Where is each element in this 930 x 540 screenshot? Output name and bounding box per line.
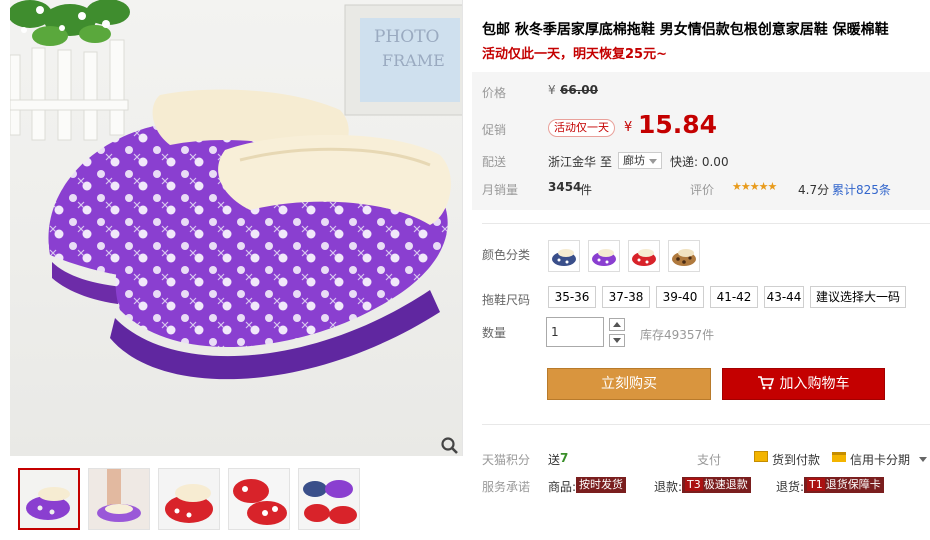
size-option-39-40[interactable]: 39-40 (656, 286, 704, 308)
return-guarantee-label: 退货保障卡 (825, 478, 881, 491)
thumbnail-2[interactable] (88, 468, 150, 530)
credit-card-icon (832, 452, 846, 462)
promo-tag: 活动仅一天 (548, 119, 615, 137)
size-option-41-42[interactable]: 41-42 (710, 286, 758, 308)
chevron-down-icon (613, 338, 621, 343)
original-price: 66.00 (560, 83, 598, 97)
color-option-red[interactable] (628, 240, 660, 272)
buy-now-button[interactable]: 立刻购买 (547, 368, 711, 400)
sales-unit: 件 (580, 183, 593, 197)
destination-value: 廊坊 (623, 154, 645, 167)
chevron-down-icon (649, 159, 657, 164)
shipping-fee: 快递: 0.00 (670, 155, 729, 169)
slipper-photo: PHOTO FRAME (10, 0, 462, 380)
fast-refund-badge: T3 极速退款 (682, 477, 751, 493)
thumbnail-3[interactable] (158, 468, 220, 530)
color-label: 颜色分类 (482, 248, 531, 262)
quantity-label: 数量 (482, 326, 507, 340)
rating-score: 4.7分 (798, 183, 830, 197)
size-option-size-up[interactable]: 建议选择大一码 (810, 286, 906, 308)
rating-label: 评价 (690, 183, 715, 197)
product-subtitle: 活动仅此一天，明天恢复25元~ (482, 47, 667, 62)
thumbnail-strip (10, 466, 463, 540)
service-refund-label: 退款: (654, 480, 683, 494)
quantity-input[interactable]: 1 (546, 317, 604, 347)
cod-label: 货到付款 (772, 453, 821, 467)
cart-icon (757, 376, 774, 390)
return-tier: T1 (807, 478, 825, 491)
destination-select[interactable]: 廊坊 (618, 152, 662, 169)
on-time-shipping-badge: 按时发货 (576, 477, 626, 493)
chevron-up-icon (613, 322, 621, 327)
divider (482, 223, 930, 224)
promo-price: 15.84 (638, 110, 718, 139)
rating-stars: ★★★★★ (732, 180, 777, 193)
thumbnail-4[interactable] (228, 468, 290, 530)
color-option-leopard[interactable] (668, 240, 700, 272)
divider (482, 424, 930, 425)
sales-label: 月销量 (482, 183, 519, 197)
price-currency: ¥ (548, 83, 556, 97)
size-option-37-38[interactable]: 37-38 (602, 286, 650, 308)
size-option-35-36[interactable]: 35-36 (548, 286, 596, 308)
quantity-increase-button[interactable] (609, 318, 625, 331)
service-goods-label: 商品: (548, 480, 577, 494)
rating-total-link[interactable]: 累计825条 (832, 181, 891, 198)
color-option-navy[interactable] (548, 240, 580, 272)
cod-icon (754, 451, 768, 462)
frame-text-1: PHOTO (374, 27, 439, 47)
promo-currency: ¥ (624, 120, 633, 135)
add-to-cart-label: 加入购物车 (779, 376, 850, 392)
shipping-label: 配送 (482, 155, 507, 169)
payment-label: 支付 (697, 453, 722, 467)
installment-label[interactable]: 信用卡分期 (850, 451, 910, 468)
quantity-decrease-button[interactable] (609, 334, 625, 347)
shipping-to-word: 至 (600, 155, 613, 169)
color-option-purple[interactable] (588, 240, 620, 272)
size-option-43-44[interactable]: 43-44 (764, 286, 804, 308)
thumbnail-1[interactable] (18, 468, 80, 530)
main-product-image[interactable]: PHOTO FRAME (10, 0, 463, 456)
sales-count: 3454 (548, 180, 582, 194)
size-label: 拖鞋尺码 (482, 293, 531, 307)
thumbnail-5[interactable] (298, 468, 360, 530)
add-to-cart-button[interactable]: 加入购物车 (722, 368, 885, 400)
service-return-label: 退货: (776, 480, 805, 494)
stock-count: 库存49357件 (640, 328, 715, 342)
zoom-icon[interactable] (440, 436, 460, 456)
service-label: 服务承诺 (482, 480, 531, 494)
fast-refund-label: 极速退款 (703, 478, 748, 491)
points-label: 天猫积分 (482, 453, 531, 467)
return-guarantee-badge: T1 退货保障卡 (804, 477, 884, 493)
points-amount: 7 (560, 451, 569, 465)
promo-label: 促销 (482, 123, 507, 137)
frame-text-2: FRAME (382, 51, 445, 70)
product-title: 包邮 秋冬季居家厚底棉拖鞋 男女情侣款包根创意家居鞋 保暖棉鞋 (482, 22, 889, 38)
points-prefix: 送 (548, 453, 561, 467)
shipping-from: 浙江金华 (548, 155, 597, 169)
price-label: 价格 (482, 86, 507, 100)
chevron-down-icon[interactable] (919, 457, 927, 462)
refund-tier: T3 (685, 478, 703, 491)
price-panel: 价格 ¥ 66.00 促销 活动仅一天 ¥ 15.84 配送 浙江金华 至 廊坊… (472, 72, 930, 210)
